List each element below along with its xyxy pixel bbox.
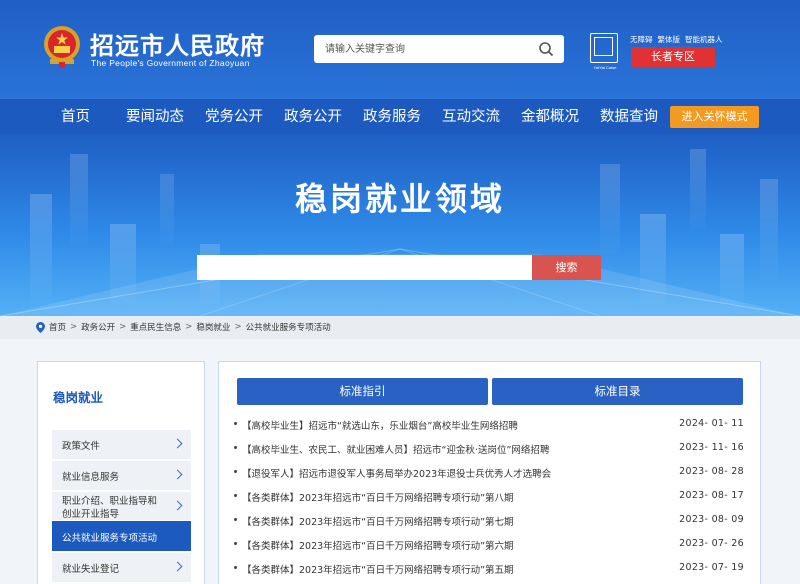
link-robot[interactable]: 智能机器人 xyxy=(685,34,723,45)
site-header: 招远市人民政府 The People's Government of Zhaoy… xyxy=(0,0,800,98)
list-item-title[interactable]: 【高校毕业生、农民工、就业困难人员】招远市“迎金秋·送岗位”网络招聘 xyxy=(242,442,549,456)
breadcrumb-gov-open[interactable]: 政务公开 xyxy=(81,321,115,333)
location-pin-icon xyxy=(36,321,45,333)
sidebar-item-label: 政策文件 xyxy=(62,441,101,452)
search-icon[interactable] xyxy=(538,41,554,57)
tab-standard-guide[interactable]: 标准指引 xyxy=(237,378,488,405)
link-accessibility[interactable]: 无障碍 xyxy=(630,34,653,45)
list-item[interactable]: 【各类群体】2023年招远市“百日千万网络招聘专项行动”第六期 2023- 07… xyxy=(234,536,744,552)
breadcrumb: 首页 > 政务公开 > 重点民生信息 > 稳岗就业 > 公共就业服务专项活动 xyxy=(36,321,331,333)
national-emblem-icon xyxy=(44,26,80,68)
list-item-date: 2023- 07- 19 xyxy=(679,562,744,573)
nav-item-news[interactable]: 要闻动态 xyxy=(126,99,184,135)
list-item[interactable]: 【高校毕业生、农民工、就业困难人员】招远市“迎金秋·送岗位”网络招聘 2023-… xyxy=(234,440,744,456)
tab-standard-catalog[interactable]: 标准目录 xyxy=(492,378,743,405)
breadcrumb-bar: 首页 > 政务公开 > 重点民生信息 > 稳岗就业 > 公共就业服务专项活动 xyxy=(0,316,800,339)
breadcrumb-current[interactable]: 公共就业服务专项活动 xyxy=(246,321,331,333)
sidebar-item-policy[interactable]: 政策文件 xyxy=(52,430,191,459)
nav-item-overview[interactable]: 金都概况 xyxy=(521,99,579,135)
sidebar-item-special-activity[interactable]: 公共就业服务专项活动 xyxy=(52,521,191,551)
bullet-icon xyxy=(234,542,237,545)
site-title[interactable]: 招远市人民政府 xyxy=(90,26,265,61)
list-item-title[interactable]: 【各类群体】2023年招远市“百日千万网络招聘专项行动”第五期 xyxy=(242,562,514,576)
list-item-date: 2024- 01- 11 xyxy=(679,418,744,429)
chevron-right-icon xyxy=(172,561,183,572)
sidebar-item-label: 就业信息服务 xyxy=(62,472,120,483)
list-item-title[interactable]: 【退役军人】招远市退役军人事务局举办2023年退役士兵优秀人才选聘会 xyxy=(242,466,551,480)
sidebar-item-label-2: 创业开业指导 xyxy=(62,509,120,520)
bullet-icon xyxy=(234,422,237,425)
list-item-title[interactable]: 【各类群体】2023年招远市“百日千万网络招聘专项行动”第六期 xyxy=(242,538,514,552)
bullet-icon xyxy=(234,470,237,473)
sidebar-title: 稳岗就业 xyxy=(53,390,104,405)
bullet-icon xyxy=(234,494,237,497)
chevron-right-icon xyxy=(172,438,183,449)
banner-search-button[interactable]: 搜索 xyxy=(532,255,601,280)
list-item[interactable]: 【各类群体】2023年招远市“百日千万网络招聘专项行动”第七期 2023- 08… xyxy=(234,512,744,528)
banner-background xyxy=(0,149,800,316)
list-item[interactable]: 【退役军人】招远市退役军人事务局举办2023年退役士兵优秀人才选聘会 2023-… xyxy=(234,464,744,480)
list-item-title[interactable]: 【各类群体】2023年招远市“百日千万网络招聘专项行动”第七期 xyxy=(242,514,514,528)
breadcrumb-livelihood[interactable]: 重点民生信息 xyxy=(130,321,181,333)
link-traditional[interactable]: 繁体版 xyxy=(658,34,681,45)
site-subtitle: The People's Government of Zhaoyuan xyxy=(91,58,250,68)
qr-badge-icon[interactable]: YatYat Catse xyxy=(590,33,618,70)
main-content: 标准指引 标准目录 【高校毕业生】招远市“就选山东，乐业烟台”高校毕业生网络招聘… xyxy=(218,361,761,584)
sidebar-item-guidance[interactable]: 职业介绍、职业指导和 创业开业指导 xyxy=(52,492,191,520)
list-item-date: 2023- 08- 09 xyxy=(679,514,744,525)
sidebar: 稳岗就业 政策文件 就业信息服务 职业介绍、职业指导和 创业开业指导 公共就业服… xyxy=(37,361,205,584)
banner-search-input[interactable] xyxy=(197,255,532,280)
list-item-title[interactable]: 【各类群体】2023年招远市“百日千万网络招聘专项行动”第八期 xyxy=(242,490,514,504)
chevron-right-icon xyxy=(172,469,183,480)
nav-item-home[interactable]: 首页 xyxy=(61,99,90,135)
sidebar-item-info-service[interactable]: 就业信息服务 xyxy=(52,461,191,490)
nav-item-data[interactable]: 数据查询 xyxy=(600,99,658,135)
list-item[interactable]: 【各类群体】2023年招远市“百日千万网络招聘专项行动”第五期 2023- 07… xyxy=(234,560,744,576)
list-item-date: 2023- 08- 28 xyxy=(679,466,744,477)
bullet-icon xyxy=(234,446,237,449)
header-search xyxy=(314,35,564,63)
elder-zone-button[interactable]: 长者专区 xyxy=(631,47,715,67)
nav-item-party[interactable]: 党务公开 xyxy=(205,99,263,135)
qr-badge-caption: YatYat Catse xyxy=(593,65,617,70)
sidebar-item-label: 就业失业登记 xyxy=(62,564,120,575)
list-item-date: 2023- 11- 16 xyxy=(679,442,744,453)
breadcrumb-home[interactable]: 首页 xyxy=(49,321,66,333)
nav-item-interact[interactable]: 互动交流 xyxy=(442,99,500,135)
top-links: 无障碍 繁体版 智能机器人 xyxy=(630,34,723,45)
sidebar-item-label: 公共就业服务专项活动 xyxy=(62,533,158,544)
breadcrumb-employment[interactable]: 稳岗就业 xyxy=(196,321,230,333)
nav-item-gov-open[interactable]: 政务公开 xyxy=(284,99,342,135)
main-nav: 首页 要闻动态 党务公开 政务公开 政务服务 互动交流 金都概况 数据查询 进入… xyxy=(0,98,800,134)
care-mode-button[interactable]: 进入关怀模式 xyxy=(670,106,759,128)
banner: 稳岗就业领域 搜索 xyxy=(0,134,800,316)
list-item-title[interactable]: 【高校毕业生】招远市“就选山东，乐业烟台”高校毕业生网络招聘 xyxy=(242,418,518,432)
list-item[interactable]: 【高校毕业生】招远市“就选山东，乐业烟台”高校毕业生网络招聘 2024- 01-… xyxy=(234,416,744,432)
bullet-icon xyxy=(234,518,237,521)
bullet-icon xyxy=(234,566,237,569)
banner-title: 稳岗就业领域 xyxy=(294,180,505,218)
nav-item-gov-service[interactable]: 政务服务 xyxy=(363,99,421,135)
sidebar-item-registration[interactable]: 就业失业登记 xyxy=(52,553,191,582)
list-item-date: 2023- 08- 17 xyxy=(679,490,744,501)
header-search-input[interactable] xyxy=(314,35,534,63)
list-item[interactable]: 【各类群体】2023年招远市“百日千万网络招聘专项行动”第八期 2023- 08… xyxy=(234,488,744,504)
chevron-right-icon xyxy=(172,500,183,511)
list-item-date: 2023- 07- 26 xyxy=(679,538,744,549)
sidebar-item-label: 职业介绍、职业指导和 xyxy=(62,496,158,507)
